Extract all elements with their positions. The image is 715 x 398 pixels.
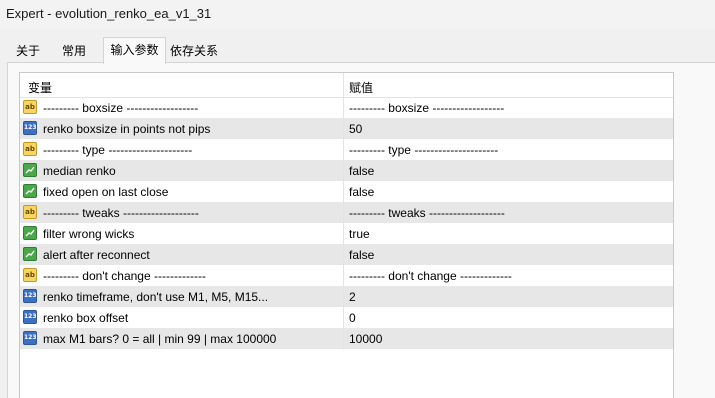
variable-name: --------- don't change ------------- xyxy=(43,269,206,283)
integer-icon: 123 xyxy=(23,310,37,324)
string-icon: ab xyxy=(23,268,37,282)
variable-value[interactable]: --------- boxsize ------------------ xyxy=(349,101,504,115)
cell-divider xyxy=(343,202,344,223)
column-header-variable[interactable]: 变量 xyxy=(28,79,52,96)
cell-divider xyxy=(343,139,344,160)
inputs-grid: 变量 赋值 ab --------- boxsize --------------… xyxy=(19,72,674,398)
variable-name: renko boxsize in points not pips xyxy=(43,122,211,136)
cell-divider xyxy=(343,265,344,286)
variable-value[interactable]: false xyxy=(349,164,374,178)
table-row[interactable]: ab --------- tweaks ------------------- --… xyxy=(20,202,673,223)
table-row[interactable]: ab --------- type --------------------- --… xyxy=(20,139,673,160)
tab-dependencies[interactable]: 依存关系 xyxy=(164,40,224,62)
boolean-icon xyxy=(23,226,37,240)
boolean-icon xyxy=(23,184,37,198)
boolean-icon xyxy=(23,163,37,177)
variable-name: renko box offset xyxy=(43,311,129,325)
column-divider[interactable] xyxy=(343,73,344,97)
table-row[interactable]: filter wrong wicks true xyxy=(20,223,673,244)
cell-divider xyxy=(343,223,344,244)
cell-divider xyxy=(343,160,344,181)
grid-header: 变量 赋值 xyxy=(20,73,673,98)
variable-name: max M1 bars? 0 = all | min 99 | max 1000… xyxy=(43,332,277,346)
tab-inputs[interactable]: 输入参数 xyxy=(103,37,166,64)
variable-value[interactable]: 10000 xyxy=(349,332,382,346)
table-row[interactable]: median renko false xyxy=(20,160,673,181)
window-title: Expert - evolution_renko_ea_v1_31 xyxy=(6,6,212,21)
cell-divider xyxy=(343,286,344,307)
variable-value[interactable]: 0 xyxy=(349,311,356,325)
cell-divider xyxy=(343,328,344,349)
variable-value[interactable]: true xyxy=(349,227,370,241)
variable-name: --------- tweaks ------------------- xyxy=(43,206,199,220)
integer-icon: 123 xyxy=(23,289,37,303)
variable-name: alert after reconnect xyxy=(43,248,150,262)
variable-value[interactable]: 50 xyxy=(349,122,362,136)
string-icon: ab xyxy=(23,205,37,219)
title-bar: Expert - evolution_renko_ea_v1_31 xyxy=(0,0,715,30)
table-row[interactable]: ab --------- boxsize ------------------ --… xyxy=(20,97,673,118)
tab-common[interactable]: 常用 xyxy=(57,40,91,62)
cell-divider xyxy=(343,118,344,139)
cell-divider xyxy=(343,244,344,265)
variable-value[interactable]: 2 xyxy=(349,290,356,304)
variable-value[interactable]: false xyxy=(349,248,374,262)
variable-value[interactable]: --------- tweaks ------------------- xyxy=(349,206,505,220)
cell-divider xyxy=(343,181,344,202)
integer-icon: 123 xyxy=(23,121,37,135)
variable-value[interactable]: --------- don't change ------------- xyxy=(349,269,512,283)
boolean-icon xyxy=(23,247,37,261)
column-header-value[interactable]: 赋值 xyxy=(349,79,373,96)
variable-name: fixed open on last close xyxy=(43,185,169,199)
table-row[interactable]: ab --------- don't change ------------- --… xyxy=(20,265,673,286)
variable-value[interactable]: false xyxy=(349,185,374,199)
cell-divider xyxy=(343,307,344,328)
table-row[interactable]: 123 renko timeframe, don't use M1, M5, M1… xyxy=(20,286,673,307)
string-icon: ab xyxy=(23,100,37,114)
integer-icon: 123 xyxy=(23,331,37,345)
tab-about[interactable]: 关于 xyxy=(11,40,45,62)
variable-name: median renko xyxy=(43,164,116,178)
table-row[interactable]: 123 renko boxsize in points not pips 50 xyxy=(20,118,673,139)
variable-name: filter wrong wicks xyxy=(43,227,135,241)
table-row[interactable]: alert after reconnect false xyxy=(20,244,673,265)
variable-value[interactable]: --------- type --------------------- xyxy=(349,143,498,157)
tab-bar: 关于 常用 输入参数 依存关系 xyxy=(0,37,715,64)
string-icon: ab xyxy=(23,142,37,156)
variable-name: --------- type --------------------- xyxy=(43,143,193,157)
variable-name: renko timeframe, don't use M1, M5, M15..… xyxy=(43,290,269,304)
table-row[interactable]: 123 renko box offset 0 xyxy=(20,307,673,328)
cell-divider xyxy=(343,97,344,118)
grid-rows: ab --------- boxsize ------------------ --… xyxy=(20,97,673,349)
table-row[interactable]: 123 max M1 bars? 0 = all | min 99 | max 1… xyxy=(20,328,673,349)
table-row[interactable]: fixed open on last close false xyxy=(20,181,673,202)
variable-name: --------- boxsize ------------------ xyxy=(43,101,199,115)
